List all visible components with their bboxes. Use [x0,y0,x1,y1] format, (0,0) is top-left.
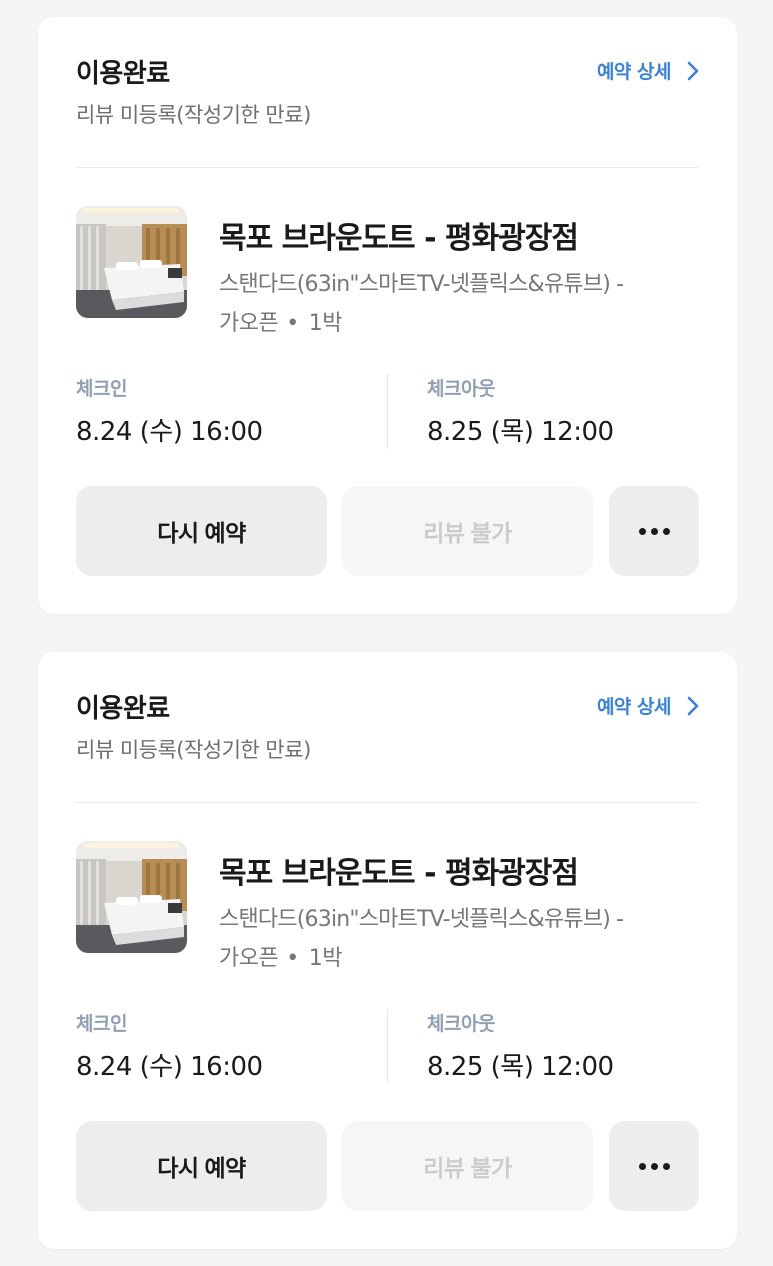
hotel-name[interactable]: 목포 브라운도트 - 평화광장점 [219,848,579,892]
reservation-list: 이용완료 리뷰 미등록(작성기한 만료) 예약 상세 목포 브라운도트 - 평화… [0,0,773,1266]
checkout-label: 체크아웃 [427,378,495,400]
hotel-thumbnail[interactable] [76,841,187,953]
more-dots-icon [638,1162,670,1170]
divider [76,167,699,168]
more-dots-icon [638,527,670,535]
reservation-card: 이용완료 리뷰 미등록(작성기한 만료) 예약 상세 목포 브라운도트 - 평화… [38,17,737,614]
rebook-button[interactable]: 다시 예약 [76,1121,327,1211]
hotel-thumbnail[interactable] [76,206,187,318]
reservation-detail-link[interactable]: 예약 상세 [597,692,701,719]
chevron-right-icon [685,60,701,82]
separator-dot: • [286,946,299,971]
more-options-button[interactable] [609,486,699,576]
room-type-suffix: 가오픈 [219,311,279,336]
room-type-suffix: 가오픈 [219,946,279,971]
separator-dot: • [286,311,299,336]
stay-nights: 1박 [308,946,343,971]
reservation-status: 이용완료 [76,59,170,89]
checkout-label: 체크아웃 [427,1013,495,1035]
room-type-continued: 가오픈 • 1박 [219,940,342,972]
reservation-detail-label: 예약 상세 [596,61,672,83]
rebook-button[interactable]: 다시 예약 [76,486,327,576]
hotel-name[interactable]: 목포 브라운도트 - 평화광장점 [219,213,579,257]
room-type: 스탠다드(63in"스마트TV-넷플릭스&유튜브) - [219,907,624,932]
vertical-divider [387,374,388,449]
review-unavailable-button: 리뷰 불가 [342,1121,593,1211]
checkout-value: 8.25 (목) 12:00 [427,1052,614,1082]
reservation-status: 이용완료 [76,694,170,724]
review-unavailable-button: 리뷰 불가 [342,486,593,576]
vertical-divider [387,1009,388,1084]
reservation-detail-label: 예약 상세 [596,696,672,718]
stay-nights: 1박 [308,311,343,336]
room-type: 스탠다드(63in"스마트TV-넷플릭스&유튜브) - [219,272,624,297]
divider [76,802,699,803]
checkin-label: 체크인 [76,1013,127,1035]
more-options-button[interactable] [609,1121,699,1211]
chevron-right-icon [685,695,701,717]
room-type-continued: 가오픈 • 1박 [219,305,342,337]
review-status: 리뷰 미등록(작성기한 만료) [76,738,311,762]
checkin-value: 8.24 (수) 16:00 [76,1052,263,1082]
checkin-label: 체크인 [76,378,127,400]
checkout-value: 8.25 (목) 12:00 [427,417,614,447]
reservation-detail-link[interactable]: 예약 상세 [597,57,701,84]
reservation-card: 이용완료 리뷰 미등록(작성기한 만료) 예약 상세 목포 브라운도트 - 평화… [38,652,737,1249]
checkin-value: 8.24 (수) 16:00 [76,417,263,447]
review-status: 리뷰 미등록(작성기한 만료) [76,103,311,127]
